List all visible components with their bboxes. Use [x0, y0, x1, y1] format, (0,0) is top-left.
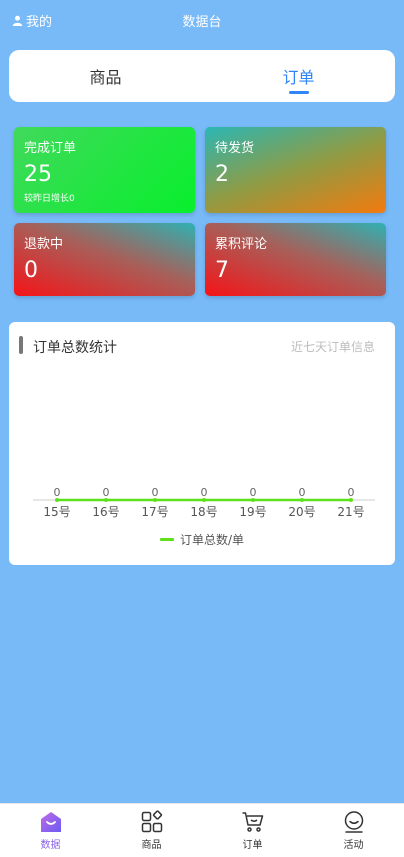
- data-label: 0: [54, 486, 61, 499]
- card-label: 退款中: [24, 237, 64, 252]
- card-value: 25: [24, 162, 52, 187]
- card-label: 累积评论: [215, 237, 268, 252]
- grid-icon: [141, 810, 162, 833]
- nav-item-activity[interactable]: 活动: [303, 804, 404, 857]
- data-label: 0: [152, 486, 159, 499]
- card-subtext: 较昨日增长0: [24, 194, 75, 204]
- bottom-nav: 数据 商品 订单 活动: [0, 803, 404, 857]
- card-completed-orders[interactable]: 完成订单 25 较昨日增长0: [14, 127, 195, 213]
- x-tick-label: 17号: [141, 505, 168, 519]
- x-tick-label: 20号: [288, 505, 315, 519]
- order-stats-panel: 订单总数统计 近七天订单信息 0 15号 0 16号 0 17号 0 18号 0 19号 0 20号 0…: [9, 322, 395, 565]
- nav-label: 商品: [141, 840, 162, 851]
- nav-item-products[interactable]: 商品: [101, 804, 202, 857]
- nav-label: 数据: [40, 840, 61, 851]
- data-label: 0: [250, 486, 257, 499]
- card-value: 0: [24, 258, 38, 283]
- card-value: 2: [215, 162, 229, 187]
- card-total-reviews[interactable]: 累积评论 7: [205, 223, 386, 296]
- data-label: 0: [103, 486, 110, 499]
- order-line-chart: 0 15号 0 16号 0 17号 0 18号 0 19号 0 20号 0 21号: [33, 486, 375, 519]
- top-bar: 我的 数据台: [0, 0, 404, 40]
- summary-cards: 完成订单 25 较昨日增长0 待发货 2 退款中 0 累积评论 7: [14, 127, 386, 297]
- section-marker: [19, 336, 23, 354]
- nav-item-orders[interactable]: 订单: [202, 804, 303, 857]
- card-value: 7: [215, 258, 229, 283]
- legend-swatch: [159, 538, 174, 541]
- x-tick-label: 16号: [92, 505, 119, 519]
- nav-label: 订单: [242, 840, 263, 851]
- nav-label: 活动: [343, 840, 364, 851]
- x-tick-label: 19号: [239, 505, 266, 519]
- stats-title: 订单总数统计: [33, 340, 117, 356]
- card-refunding[interactable]: 退款中 0: [14, 223, 195, 296]
- x-tick-label: 18号: [190, 505, 217, 519]
- tab-products[interactable]: 商品: [9, 50, 202, 102]
- chart-legend[interactable]: 订单总数/单: [9, 531, 395, 548]
- cart-icon: [242, 812, 263, 832]
- smile-icon: [344, 811, 363, 833]
- x-tick-label: 15号: [43, 505, 70, 519]
- card-pending-shipment[interactable]: 待发货 2: [205, 127, 386, 213]
- data-label: 0: [348, 486, 355, 499]
- data-label: 0: [299, 486, 306, 499]
- tab-orders[interactable]: 订单: [202, 50, 395, 102]
- stats-range-label: 近七天订单信息: [290, 340, 375, 354]
- card-label: 完成订单: [24, 141, 77, 156]
- x-tick-label: 21号: [337, 505, 364, 519]
- page-title: 数据台: [182, 15, 222, 30]
- legend-label: 订单总数/单: [179, 533, 245, 547]
- card-label: 待发货: [215, 141, 255, 156]
- data-label: 0: [201, 486, 208, 499]
- home-icon: [40, 812, 61, 832]
- tab-bar: 商品 订单: [9, 50, 395, 102]
- nav-item-data[interactable]: 数据: [0, 804, 101, 857]
